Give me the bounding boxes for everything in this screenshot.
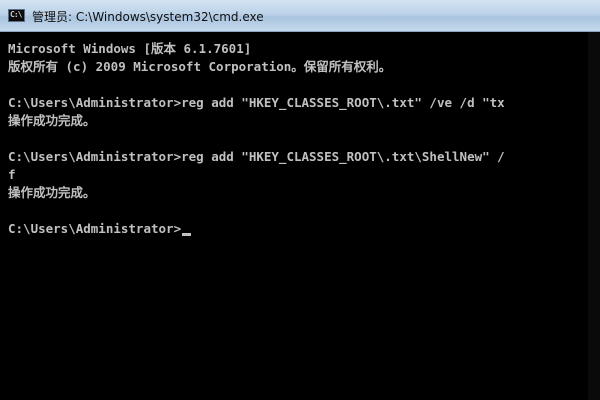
console-line: C:\Users\Administrator>reg add "HKEY_CLA…	[8, 149, 505, 164]
window-title: 管理员: C:\Windows\system32\cmd.exe	[32, 10, 264, 24]
title-bar[interactable]: C:\ 管理员: C:\Windows\system32\cmd.exe	[0, 0, 600, 32]
console-line: 版权所有 (c) 2009 Microsoft Corporation。保留所有…	[8, 59, 392, 74]
console-line: 操作成功完成。	[8, 185, 96, 200]
text-cursor	[182, 233, 192, 236]
cmd-icon[interactable]: C:\	[8, 9, 25, 22]
console-line: C:\Users\Administrator>reg add "HKEY_CLA…	[8, 95, 505, 110]
cmd-window: C:\ 管理员: C:\Windows\system32\cmd.exe Mic…	[0, 0, 600, 400]
cmd-icon-glyph: C:\	[10, 10, 22, 19]
scrollbar[interactable]	[588, 32, 600, 400]
console-output[interactable]: Microsoft Windows [版本 6.1.7601] 版权所有 (c)…	[8, 40, 588, 396]
console-line: f	[8, 167, 16, 182]
console-line: 操作成功完成。	[8, 113, 96, 128]
console-prompt: C:\Users\Administrator>	[8, 221, 182, 236]
console-prompt-line[interactable]: C:\Users\Administrator>	[8, 220, 588, 238]
console-line: Microsoft Windows [版本 6.1.7601]	[8, 41, 252, 56]
